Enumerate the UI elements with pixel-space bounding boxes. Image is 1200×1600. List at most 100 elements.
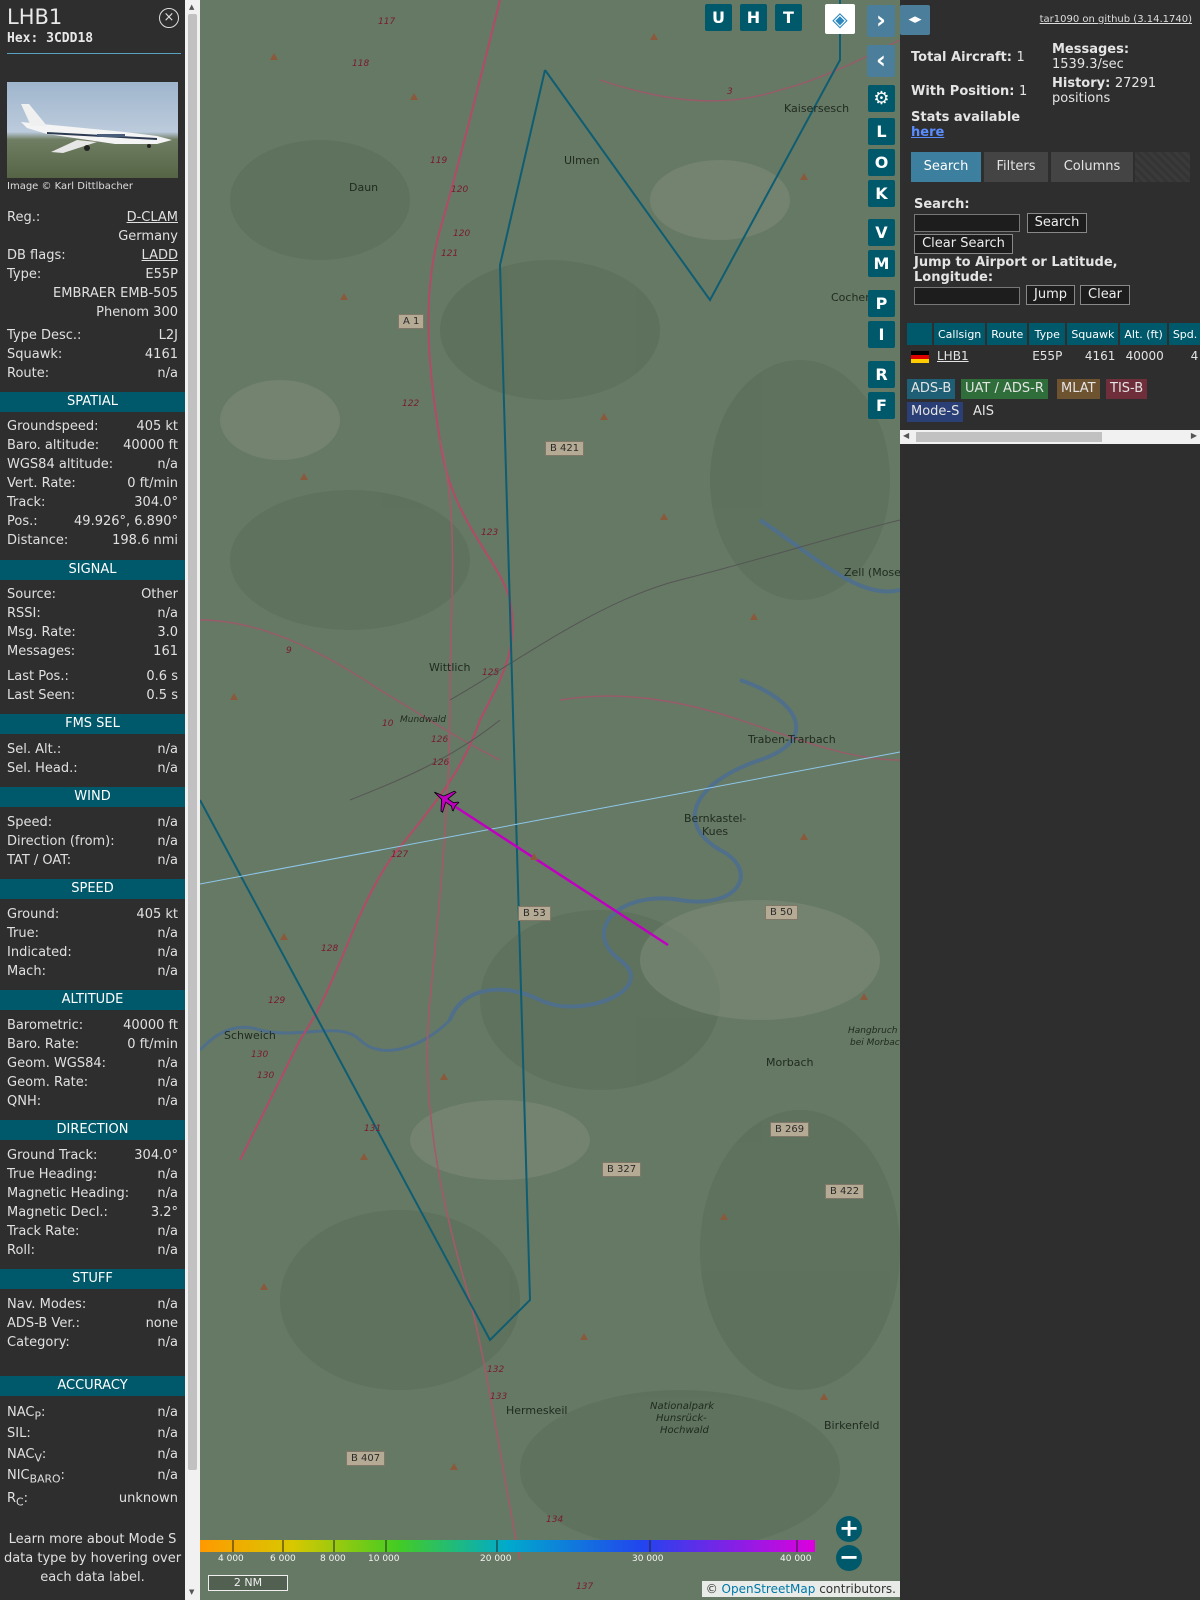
column-header-flag[interactable]: [907, 323, 934, 345]
altitude-row: Barometric: 40000 ft: [7, 1018, 178, 1037]
h-button[interactable]: H: [740, 4, 767, 31]
dbflags-link[interactable]: LADD: [142, 248, 178, 263]
squawk-value: 4161: [144, 347, 178, 362]
map-view[interactable]: Kaisersesch Ulmen Daun Cocher Zell (Mose…: [200, 0, 900, 1600]
map-scale-bar: 2 NM: [208, 1575, 288, 1591]
column-header-squawk[interactable]: Squawk: [1066, 323, 1121, 345]
scroll-up-icon[interactable]: ▲: [189, 3, 194, 11]
speed-row: Ground: 405 kt: [7, 907, 178, 926]
callsign-cell[interactable]: LHB1: [933, 345, 986, 367]
next-arrow-icon[interactable]: ›: [867, 5, 895, 37]
tab-columns[interactable]: Columns: [1051, 152, 1133, 182]
tab-bar-filler: [1135, 152, 1190, 182]
field-value: 0.5 s: [146, 688, 178, 703]
scroll-down-icon[interactable]: ▼: [189, 1588, 194, 1596]
road-shield: B 407: [346, 1451, 386, 1466]
search-button[interactable]: Search: [1027, 213, 1087, 233]
field-value: 0 ft/min: [127, 476, 178, 491]
clear-button[interactable]: Clear: [1080, 285, 1130, 305]
i-button[interactable]: I: [868, 321, 895, 348]
type-row: Type: E55P: [7, 267, 178, 286]
r-button[interactable]: R: [868, 361, 895, 388]
table-row[interactable]: LHB1 E55P 4161 40000 4: [907, 345, 1200, 367]
field-label: Nav. Modes:: [7, 1297, 87, 1312]
p-button[interactable]: P: [868, 290, 895, 317]
close-icon[interactable]: ×: [159, 8, 179, 28]
field-value: n/a: [157, 761, 178, 776]
field-label: Distance:: [7, 533, 69, 548]
field-value: n/a: [157, 945, 178, 960]
scroll-left-icon[interactable]: ◀: [903, 431, 909, 440]
type-label: Type:: [7, 267, 42, 282]
stats-available-label: Stats available: [911, 110, 1021, 125]
k-button[interactable]: K: [868, 180, 895, 207]
v-button[interactable]: V: [868, 219, 895, 246]
f-button[interactable]: F: [868, 392, 895, 419]
altitude-tick-label: 6 000: [270, 1554, 296, 1564]
jump-input[interactable]: [914, 287, 1020, 305]
m-button[interactable]: M: [868, 250, 895, 277]
map-place-label: Daun: [349, 181, 379, 194]
table-horizontal-scrollbar[interactable]: ◀ ▶: [900, 430, 1200, 444]
route-number: 130: [257, 1071, 275, 1081]
l-button[interactable]: L: [868, 118, 895, 145]
signal-row: Last Seen: 0.5 s: [7, 688, 178, 707]
prev-arrow-icon[interactable]: ‹: [867, 45, 895, 77]
field-value: n/a: [157, 853, 178, 868]
section-altitude: ALTITUDE: [0, 990, 185, 1010]
field-value: 161: [153, 644, 178, 659]
column-header-altitude[interactable]: Alt. (ft): [1119, 323, 1169, 345]
reg-link[interactable]: D-CLAM: [127, 210, 178, 225]
column-header-route[interactable]: Route: [986, 323, 1030, 345]
field-value: 0.6 s: [146, 669, 178, 684]
altitude-row: Baro. Rate: 0 ft/min: [7, 1037, 178, 1056]
aircraft-photo[interactable]: [7, 82, 178, 178]
jump-label: Jump to Airport or Latitude, Longitude:: [914, 255, 1118, 285]
scroll-right-icon[interactable]: ▶: [1191, 431, 1197, 440]
road-shield: B 269: [770, 1122, 810, 1137]
zoom-in-button[interactable]: +: [836, 1516, 862, 1542]
scrollbar-thumb[interactable]: [188, 14, 197, 1470]
zoom-out-button[interactable]: −: [836, 1545, 862, 1571]
scrollbar-thumb[interactable]: [916, 432, 1102, 442]
route-value: n/a: [157, 366, 178, 381]
road-shield: B 50: [765, 905, 798, 920]
reg-row: Reg.: D-CLAM: [7, 210, 178, 229]
osm-link[interactable]: OpenStreetMap: [722, 1582, 816, 1596]
field-value: 40000 ft: [123, 438, 178, 453]
layers-icon[interactable]: ◈: [825, 4, 855, 34]
column-header-callsign[interactable]: Callsign: [933, 323, 988, 345]
tab-filters[interactable]: Filters: [984, 152, 1048, 182]
info-panel-scrollbar[interactable]: ▲ ▼: [185, 0, 200, 1600]
field-label: Track:: [7, 495, 46, 510]
expand-panel-icon[interactable]: ◂▸: [900, 5, 930, 35]
stuff-row: Nav. Modes: n/a: [7, 1297, 178, 1316]
column-header-type[interactable]: Type: [1028, 323, 1068, 345]
field-label: Mach:: [7, 964, 46, 979]
field-label: NACP:: [7, 1405, 46, 1423]
route-number: 121: [441, 249, 459, 259]
jump-button[interactable]: Jump: [1026, 285, 1075, 305]
field-label: Indicated:: [7, 945, 72, 960]
settings-gear-icon[interactable]: ⚙: [868, 85, 895, 112]
search-input[interactable]: [914, 214, 1020, 232]
altitude-tick-label: 4 000: [218, 1554, 244, 1564]
section-wind: WIND: [0, 787, 185, 807]
field-value: 49.926°, 6.890°: [74, 514, 178, 529]
field-label: TAT / OAT:: [7, 853, 72, 868]
t-button[interactable]: T: [775, 4, 802, 31]
github-link[interactable]: tar1090 on github (3.14.1740): [1040, 14, 1192, 25]
clear-search-button[interactable]: Clear Search: [914, 234, 1013, 254]
field-label: True:: [7, 926, 39, 941]
field-value: n/a: [157, 1335, 178, 1350]
spatial-row: Track: 304.0°: [7, 495, 178, 514]
column-header-speed[interactable]: Spd.: [1167, 323, 1200, 345]
u-button[interactable]: U: [705, 4, 732, 31]
stats-here-link[interactable]: here: [911, 125, 944, 140]
field-label: SIL:: [7, 1426, 31, 1441]
map-place-label: Bernkastel-: [684, 812, 747, 825]
o-button[interactable]: O: [868, 149, 895, 176]
aircraft-info-panel: LHB1 × Hex: 3CDD18 Image © Karl Dittlbac…: [0, 0, 185, 1600]
reg-label: Reg.:: [7, 210, 41, 225]
tab-search[interactable]: Search: [911, 152, 981, 182]
